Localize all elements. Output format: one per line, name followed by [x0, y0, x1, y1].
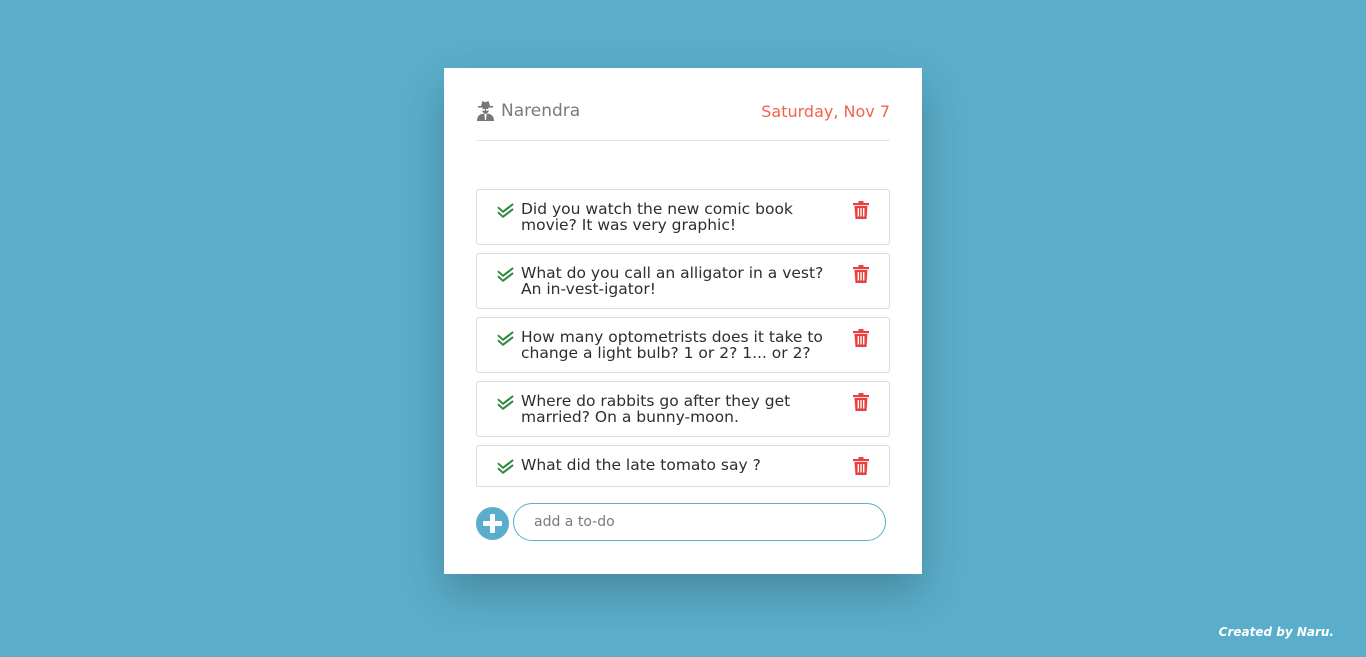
check-icon[interactable]: [497, 266, 515, 282]
add-todo-button[interactable]: [476, 507, 509, 540]
todo-text: Where do rabbits go after they get marri…: [521, 392, 791, 426]
username: Narendra: [501, 100, 581, 121]
trash-icon[interactable]: [853, 201, 869, 219]
todo-list: Did you watch the new comic book movie? …: [476, 189, 890, 495]
todo-item: What do you call an alligator in a vest?…: [476, 253, 890, 309]
footer-credit: Created by Naru.: [1218, 625, 1334, 639]
user-info: Narendra: [476, 100, 580, 121]
trash-icon[interactable]: [853, 393, 869, 411]
trash-icon[interactable]: [853, 329, 869, 347]
todo-text: What did the late tomato say ?: [521, 456, 761, 474]
todo-card: Narendra Saturday, Nov 7 Did you watch t…: [444, 68, 922, 574]
current-date: Saturday, Nov 7: [761, 102, 890, 121]
check-icon[interactable]: [497, 330, 515, 346]
todo-item: What did the late tomato say ?: [476, 445, 890, 487]
todo-text: How many optometrists does it take to ch…: [521, 328, 823, 362]
todo-item: Where do rabbits go after they get marri…: [476, 381, 890, 437]
todo-text: What do you call an alligator in a vest?…: [521, 264, 824, 298]
plus-circle-icon: [483, 514, 502, 533]
card-header: Narendra Saturday, Nov 7: [476, 96, 890, 141]
check-icon[interactable]: [497, 394, 515, 410]
trash-icon[interactable]: [853, 457, 869, 475]
user-secret-icon: [476, 100, 495, 121]
trash-icon[interactable]: [853, 265, 869, 283]
todo-item: Did you watch the new comic book movie? …: [476, 189, 890, 245]
check-icon[interactable]: [497, 202, 515, 218]
todo-text: Did you watch the new comic book movie? …: [521, 200, 793, 234]
todo-item: How many optometrists does it take to ch…: [476, 317, 890, 373]
check-icon[interactable]: [497, 458, 515, 474]
add-todo-row: [476, 503, 886, 543]
add-todo-input[interactable]: [513, 503, 886, 541]
